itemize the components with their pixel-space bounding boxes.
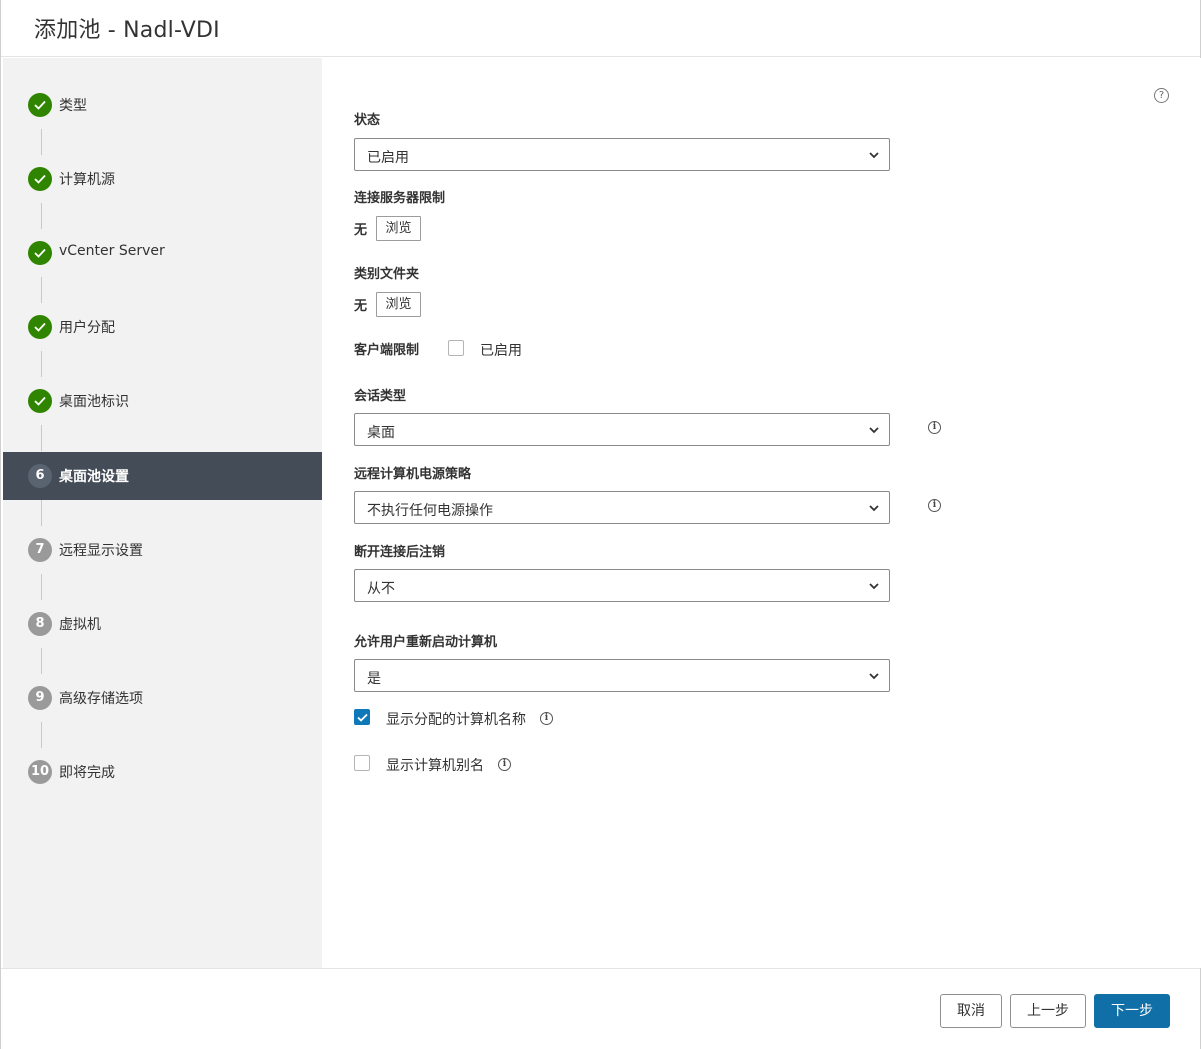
step-pool-settings[interactable]: 6 桌面池设置 [3, 452, 322, 500]
step-label: 用户分配 [59, 320, 115, 336]
check-icon [28, 389, 52, 413]
step-label: 计算机源 [59, 172, 115, 188]
step-advanced-storage[interactable]: 9 高级存储选项 [3, 674, 322, 722]
session-type-select[interactable]: 桌面 [354, 413, 890, 446]
step-number: 8 [28, 612, 52, 636]
chevron-down-icon [869, 583, 879, 590]
pool-settings-form: ? 状态 已启用 连接服务器限制 无 浏览 类别文件夹 无 浏览 客户端限制 已… [322, 58, 1201, 968]
step-connector [41, 129, 42, 155]
check-icon [28, 167, 52, 191]
state-value: 已启用 [367, 150, 409, 166]
state-label: 状态 [354, 113, 381, 128]
step-label: vCenter Server [59, 243, 165, 259]
step-label: 远程显示设置 [59, 543, 143, 559]
step-label: 类型 [59, 98, 87, 114]
client-restriction-checkbox-label: 已启用 [480, 343, 522, 359]
chevron-down-icon [869, 152, 879, 159]
step-user-assignment[interactable]: 用户分配 [3, 303, 322, 351]
step-connector [41, 203, 42, 229]
dialog-footer: 取消 上一步 下一步 [1, 968, 1200, 1049]
allow-restart-label: 允许用户重新启动计算机 [354, 635, 498, 650]
category-folder-value: 无 [354, 299, 368, 314]
step-label: 桌面池标识 [59, 394, 129, 410]
chevron-down-icon [869, 427, 879, 434]
step-virtual-machines[interactable]: 8 虚拟机 [3, 600, 322, 648]
step-label: 高级存储选项 [59, 691, 143, 707]
step-number: 7 [28, 538, 52, 562]
step-connector [41, 500, 42, 526]
step-pool-identification[interactable]: 桌面池标识 [3, 377, 322, 425]
show-assigned-name-checkbox[interactable] [354, 709, 370, 725]
client-restriction-checkbox[interactable] [448, 340, 464, 356]
power-policy-label: 远程计算机电源策略 [354, 467, 472, 482]
logoff-after-disconnect-select[interactable]: 从不 [354, 569, 890, 602]
next-button[interactable]: 下一步 [1094, 994, 1170, 1028]
session-type-label: 会话类型 [354, 389, 407, 404]
cancel-button[interactable]: 取消 [940, 994, 1002, 1028]
show-assigned-name-label: 显示分配的计算机名称 [386, 712, 526, 728]
step-connector [41, 574, 42, 600]
chevron-down-icon [869, 673, 879, 680]
step-number: 9 [28, 686, 52, 710]
step-number: 6 [28, 464, 52, 488]
step-connector [41, 351, 42, 377]
power-policy-select[interactable]: 不执行任何电源操作 [354, 491, 890, 524]
step-label: 桌面池设置 [59, 469, 129, 485]
conn-server-restriction-value: 无 [354, 223, 368, 238]
help-icon[interactable]: ? [1154, 88, 1169, 103]
step-label: 虚拟机 [59, 617, 101, 633]
power-policy-value: 不执行任何电源操作 [367, 503, 493, 519]
step-ready-to-complete[interactable]: 10 即将完成 [3, 748, 322, 796]
dialog-header: 添加池 - Nadl-VDI [1, 0, 1200, 57]
logoff-after-disconnect-value: 从不 [367, 581, 395, 597]
allow-restart-value: 是 [367, 671, 381, 687]
check-icon [28, 93, 52, 117]
allow-restart-select[interactable]: 是 [354, 659, 890, 692]
show-alias-label: 显示计算机别名 [386, 758, 484, 774]
check-icon [28, 241, 52, 265]
show-alias-info-icon[interactable]: i [498, 758, 511, 771]
step-machine-source[interactable]: 计算机源 [3, 155, 322, 203]
add-pool-dialog: 添加池 - Nadl-VDI 类型 计算机源 vCenter Server 用户… [0, 0, 1201, 1049]
category-folder-label: 类别文件夹 [354, 267, 420, 282]
back-button[interactable]: 上一步 [1010, 994, 1086, 1028]
step-label: 即将完成 [59, 765, 115, 781]
wizard-steps-sidebar: 类型 计算机源 vCenter Server 用户分配 桌面池标识 6 桌面池设… [3, 58, 322, 968]
conn-server-browse-button[interactable]: 浏览 [376, 216, 421, 241]
session-type-info-icon[interactable]: i [928, 421, 941, 434]
category-folder-browse-button[interactable]: 浏览 [376, 292, 421, 317]
chevron-down-icon [869, 505, 879, 512]
step-connector [41, 648, 42, 674]
session-type-value: 桌面 [367, 425, 395, 441]
show-alias-checkbox[interactable] [354, 755, 370, 771]
step-number: 10 [28, 760, 52, 784]
step-connector [41, 425, 42, 451]
check-icon [357, 713, 368, 722]
step-connector [41, 277, 42, 303]
show-assigned-name-info-icon[interactable]: i [540, 712, 553, 725]
step-connector [41, 722, 42, 748]
conn-server-restriction-label: 连接服务器限制 [354, 191, 446, 206]
client-restriction-label: 客户端限制 [354, 343, 420, 358]
step-remote-display[interactable]: 7 远程显示设置 [3, 526, 322, 574]
state-select[interactable]: 已启用 [354, 138, 890, 171]
step-type[interactable]: 类型 [3, 81, 322, 129]
dialog-title: 添加池 - Nadl-VDI [34, 18, 220, 43]
step-vcenter-server[interactable]: vCenter Server [3, 229, 322, 277]
power-policy-info-icon[interactable]: i [928, 499, 941, 512]
logoff-after-disconnect-label: 断开连接后注销 [354, 545, 446, 560]
check-icon [28, 315, 52, 339]
